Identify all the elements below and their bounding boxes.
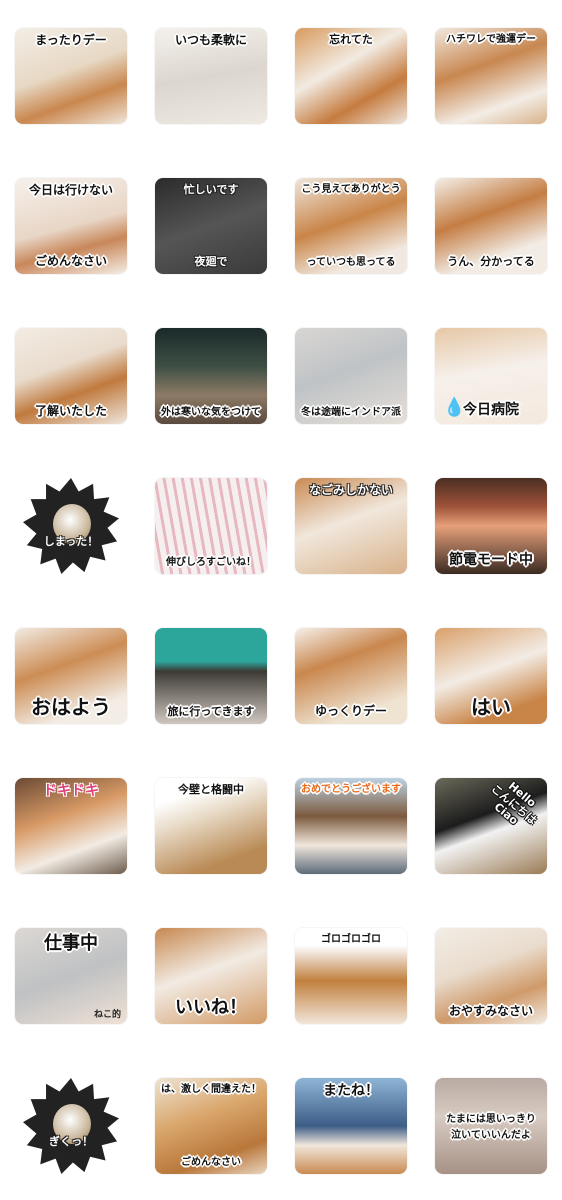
sticker-caption: 仕事中 (44, 933, 98, 954)
sticker-caption-secondary: ごめんなさい (34, 253, 107, 268)
sticker-caption: 節電モード中 (449, 551, 533, 568)
sticker-grid: まったりデー いつも柔軟に 忘れてた ハチワレで強運デー 今日は行けない ごめんなさい 忙し… (0, 0, 562, 1200)
sticker-r8c3[interactable]: またね！ (295, 1078, 407, 1174)
sticker-caption: いつも柔軟に (174, 33, 247, 47)
sticker-r1c2[interactable]: いつも柔軟に (155, 28, 267, 124)
sticker-r3c1[interactable]: 了解いたした (15, 328, 127, 424)
sticker-r2c2[interactable]: 忙しいです 夜廻で (155, 178, 267, 274)
sticker-r5c1[interactable]: おはよう (15, 628, 127, 724)
sticker-caption: ゆっくりデー (314, 703, 387, 718)
sticker-caption: おめでとうございます (301, 784, 401, 795)
sticker-caption: いいね！ (175, 997, 247, 1019)
sticker-r7c4[interactable]: おやすみなさい (435, 928, 547, 1024)
sticker-caption: しまった！ (43, 535, 99, 548)
sticker-caption: たまには思いっきり (446, 1114, 536, 1125)
sticker-caption: ぎくっ！ (48, 1135, 94, 1148)
sticker-caption: ゴロゴロゴロ (321, 934, 381, 945)
sticker-caption: は、激しく間違えた！ (161, 1084, 261, 1095)
sticker-r6c1[interactable]: ドキドキ (15, 778, 127, 874)
greeting-caption: Hello こんにちは Ciao (480, 778, 547, 837)
sticker-caption: 忙しいです (183, 183, 239, 196)
sticker-r7c1[interactable]: 仕事中ねこ的 (15, 928, 127, 1024)
sticker-caption: 外は寒いな気をつけて (161, 407, 261, 418)
sticker-caption: うん、分かってる (447, 254, 535, 268)
sticker-r2c4[interactable]: うん、分かってる (435, 178, 547, 274)
sticker-caption: こう見えてありがとう (301, 184, 401, 195)
sticker-caption-secondary: 夜廻で (194, 254, 228, 268)
sticker-caption: 今壁と格闘中 (178, 783, 244, 796)
sticker-r6c2[interactable]: 今壁と格闘中 (155, 778, 267, 874)
sticker-r1c1[interactable]: まったりデー (15, 28, 127, 124)
sticker-r8c1[interactable]: ぎくっ！ (15, 1078, 127, 1174)
sticker-caption: ハチワレで強運デー (446, 34, 536, 45)
sticker-caption: 今日は行けない (28, 183, 113, 197)
sticker-caption: はい (471, 695, 511, 719)
sticker-r2c1[interactable]: 今日は行けない ごめんなさい (15, 178, 127, 274)
sticker-caption: 伸びしろすごいね！ (166, 557, 256, 568)
sticker-r4c3[interactable]: なごみしかない (295, 478, 407, 574)
sticker-r7c2[interactable]: いいね！ (155, 928, 267, 1024)
sticker-r8c4[interactable]: たまには思いっきり 泣いていいんだよ (435, 1078, 547, 1174)
sticker-caption-secondary: っていつも思ってる (306, 257, 396, 268)
sticker-caption: まったりデー (35, 33, 107, 47)
sticker-r3c3[interactable]: 冬は途端にインドア派 (295, 328, 407, 424)
sticker-r3c4[interactable]: 今日病院 💧 (435, 328, 547, 424)
sticker-caption: なごみしかない (308, 483, 393, 497)
sticker-r6c3[interactable]: おめでとうございます (295, 778, 407, 874)
sticker-caption: おやすみなさい (448, 1003, 533, 1018)
sticker-r4c4[interactable]: 節電モード中 (435, 478, 547, 574)
starburst-frame (23, 1078, 119, 1174)
sticker-caption-secondary: ねこ的 (93, 1010, 121, 1020)
sticker-r2c3[interactable]: こう見えてありがとう っていつも思ってる (295, 178, 407, 274)
sticker-caption: 旅に行ってきます (167, 704, 255, 718)
sticker-r6c4[interactable]: Hello こんにちは Ciao (435, 778, 547, 874)
sticker-r5c3[interactable]: ゆっくりデー (295, 628, 407, 724)
sticker-caption-secondary: 泣いていいんだよ (451, 1130, 531, 1141)
sticker-r3c2[interactable]: 外は寒いな気をつけて (155, 328, 267, 424)
starburst-frame (23, 478, 119, 574)
sticker-caption-secondary: ごめんなさい (181, 1157, 241, 1168)
sticker-caption: 忘れてた (329, 33, 373, 46)
sticker-r4c1[interactable]: しまった！ (15, 478, 127, 574)
sticker-r7c3[interactable]: ゴロゴロゴロ (295, 928, 407, 1024)
sticker-caption: またね！ (323, 1083, 379, 1099)
sticker-r1c4[interactable]: ハチワレで強運デー (435, 28, 547, 124)
sticker-r5c4[interactable]: はい (435, 628, 547, 724)
sticker-caption: 了解いたした (34, 403, 107, 418)
water-drop-icon: 💧 (443, 397, 466, 418)
sticker-caption: おはよう (31, 695, 111, 719)
sticker-r4c2[interactable]: 伸びしろすごいね！ (155, 478, 267, 574)
sticker-r8c2[interactable]: は、激しく間違えた！ ごめんなさい (155, 1078, 267, 1174)
sticker-r1c3[interactable]: 忘れてた (295, 28, 407, 124)
sticker-caption: ドキドキ (43, 783, 99, 799)
sticker-r5c2[interactable]: 旅に行ってきます (155, 628, 267, 724)
sticker-caption: 冬は途端にインドア派 (301, 407, 401, 418)
